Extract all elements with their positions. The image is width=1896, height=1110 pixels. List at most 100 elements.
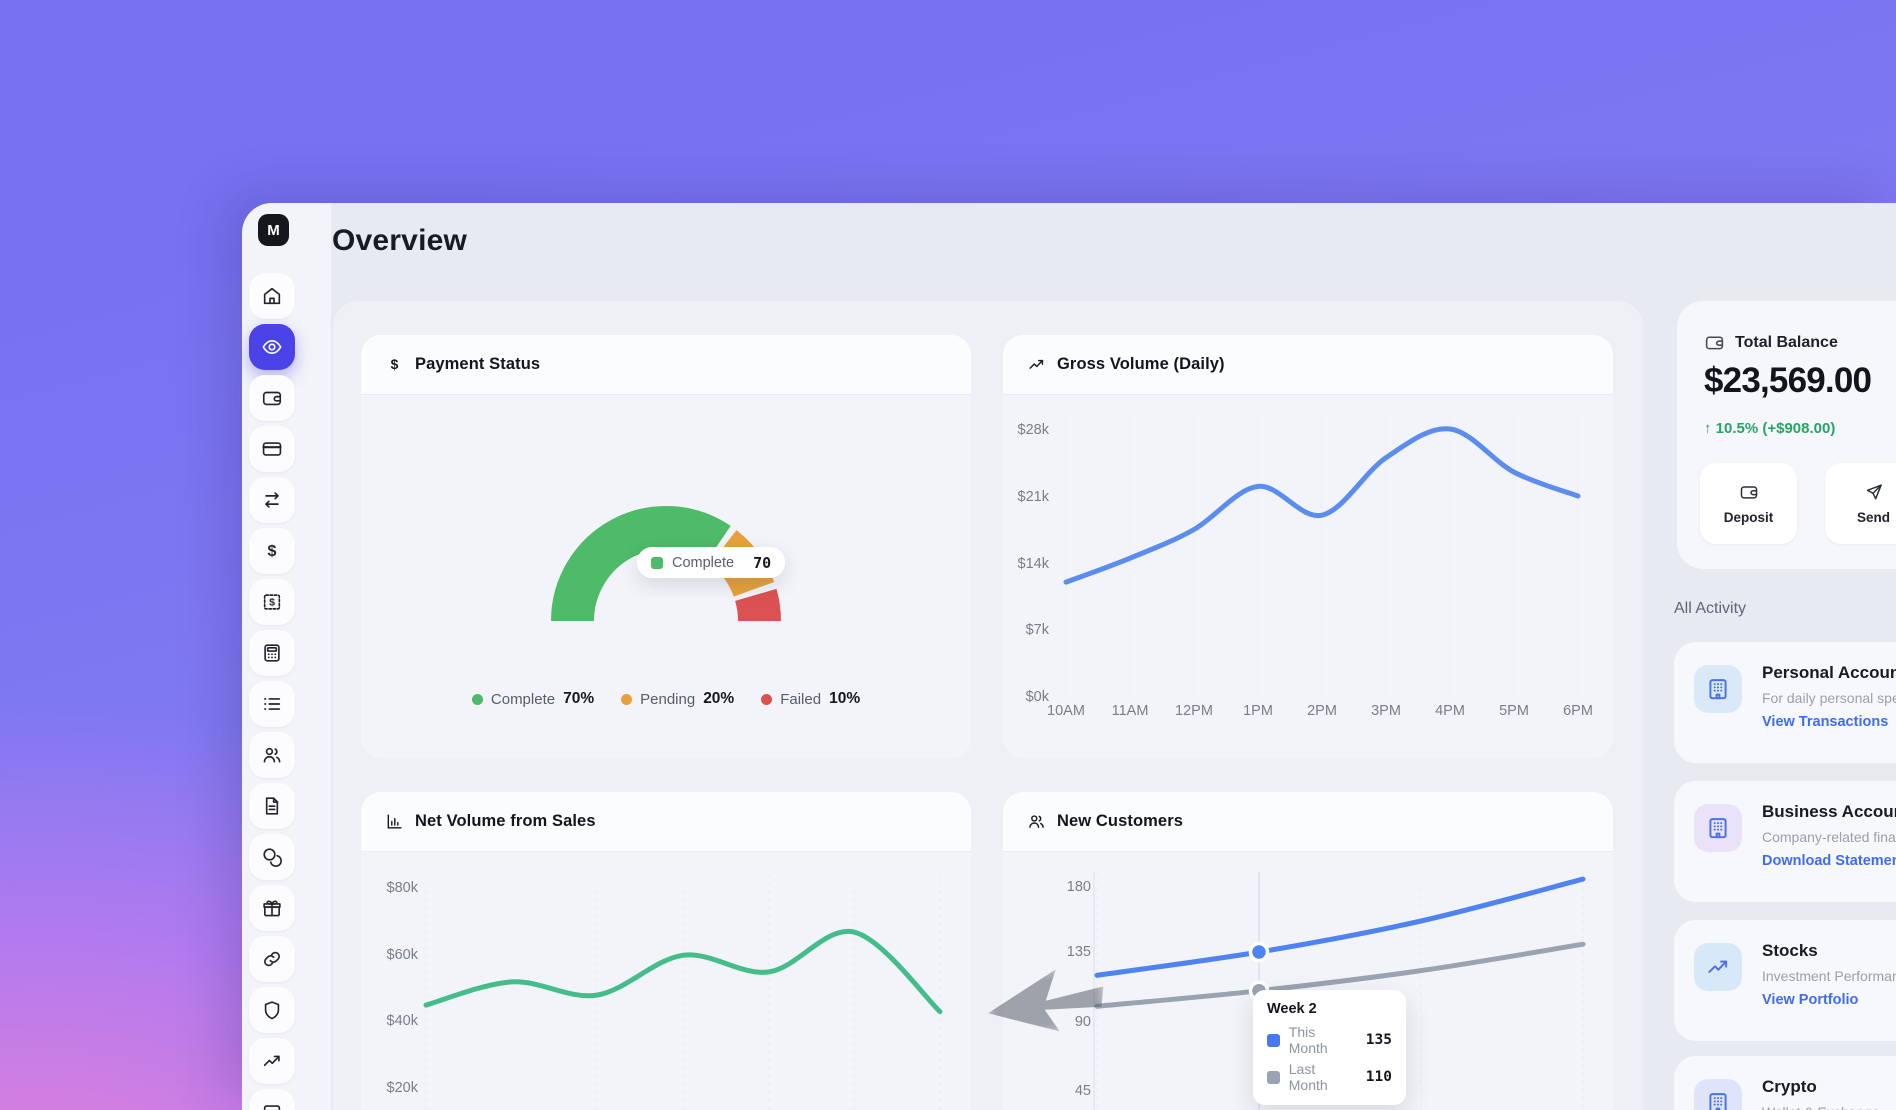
trending-up-icon: [261, 1050, 283, 1072]
sidebar-item-transfer[interactable]: [249, 477, 295, 523]
calculator-icon: [261, 642, 283, 664]
invoice-icon: $: [261, 591, 283, 613]
activity-subtitle: For daily personal spending: [1762, 690, 1896, 706]
sidebar-item-link[interactable]: [249, 936, 295, 982]
x-axis-tick: 5PM: [1488, 702, 1540, 720]
week-tooltip-row: This Month 135: [1267, 1024, 1392, 1056]
sidebar-item-gift[interactable]: [249, 885, 295, 931]
tooltip-series-name: This Month: [1289, 1024, 1357, 1056]
page-title: Overview: [332, 224, 467, 258]
net-volume-chart-area: $80k$60k$40k$20k: [361, 852, 971, 1110]
dollar-icon: $: [385, 355, 404, 374]
app-logo[interactable]: M: [258, 214, 289, 246]
bar-chart-icon: [385, 812, 404, 831]
sidebar-item-eye[interactable]: [249, 324, 295, 370]
trending-up-icon: [1027, 355, 1046, 374]
new-customers-card-header: New Customers: [1003, 792, 1613, 852]
activity-link[interactable]: View Portfolio: [1762, 992, 1858, 1008]
tooltip-series-name: Last Month: [1289, 1061, 1357, 1093]
tooltip-series-value: 135: [1366, 1032, 1392, 1048]
sidebar-item-home[interactable]: [249, 273, 295, 319]
credit-card-icon: [261, 438, 283, 460]
users-icon: [1027, 812, 1046, 831]
net-volume-card: Net Volume from Sales $80k$60k$40k$20k: [361, 792, 971, 1110]
sidebar-item-invoice[interactable]: $: [249, 579, 295, 625]
y-axis-tick: 180: [1003, 878, 1091, 896]
legend-value: 20%: [703, 690, 734, 708]
activity-link[interactable]: View Transactions: [1762, 714, 1888, 730]
new-customers-card: New Customers Week 2 This Month 135 Last…: [1003, 792, 1613, 1110]
payment-status-card: $ Payment Status Complete 70 Complete 70…: [361, 335, 971, 758]
x-axis-tick: 10AM: [1040, 702, 1092, 720]
gift-icon: [261, 897, 283, 919]
activity-card-personal-account[interactable]: Personal Account For daily personal spen…: [1674, 642, 1896, 763]
send-button[interactable]: Send: [1825, 463, 1896, 544]
list-icon: [261, 693, 283, 715]
wallet-icon: [1704, 332, 1725, 353]
svg-text:$: $: [268, 542, 277, 560]
gauge-segment-failed: [756, 595, 760, 621]
total-balance-amount: $23,569.00: [1704, 361, 1871, 401]
activity-title: Stocks: [1762, 941, 1818, 961]
y-axis-tick: $7k: [1003, 621, 1049, 639]
week-tooltip: Week 2 This Month 135 Last Month 110: [1253, 990, 1406, 1105]
y-axis-tick: $80k: [361, 879, 418, 897]
y-axis-tick: $28k: [1003, 421, 1049, 439]
dollar-icon: $: [261, 540, 283, 562]
y-axis-tick: $40k: [361, 1012, 418, 1030]
gauge-tooltip-label: Complete: [672, 555, 734, 571]
net-volume-card-title: Net Volume from Sales: [415, 812, 596, 831]
activity-card-crypto[interactable]: Crypto Wallet & Exchange: [1674, 1056, 1896, 1110]
sidebar-item-shield[interactable]: [249, 987, 295, 1033]
action-button-label: Deposit: [1724, 510, 1774, 525]
activity-card-business-account[interactable]: Business Account Company-related finance…: [1674, 781, 1896, 902]
users-icon: [261, 744, 283, 766]
gauge-tooltip-value: 70: [753, 554, 771, 572]
total-balance-header: Total Balance: [1704, 332, 1838, 353]
activity-title: Crypto: [1762, 1077, 1817, 1097]
tooltip-series-value: 110: [1366, 1069, 1392, 1085]
sidebar-item-trending-up[interactable]: [249, 1038, 295, 1084]
sidebar-item-coins[interactable]: [249, 834, 295, 880]
legend-label: Complete: [491, 691, 555, 708]
sidebar-item-calculator[interactable]: [249, 630, 295, 676]
monitor-icon: [261, 1101, 283, 1110]
sidebar: $$: [249, 273, 295, 1110]
building-icon: [1694, 665, 1742, 713]
y-axis-tick: 135: [1003, 943, 1091, 961]
deposit-button[interactable]: Deposit: [1700, 463, 1797, 544]
sidebar-item-users[interactable]: [249, 732, 295, 778]
legend-value: 10%: [829, 690, 860, 708]
legend-item-complete: Complete 70%: [472, 690, 594, 708]
tooltip-swatch: [1267, 1034, 1280, 1047]
legend-value: 70%: [563, 690, 594, 708]
building-icon: [1694, 804, 1742, 852]
payment-status-card-title: Payment Status: [415, 355, 540, 374]
sidebar-item-wallet[interactable]: [249, 375, 295, 421]
y-axis-tick: $21k: [1003, 488, 1049, 506]
svg-text:$: $: [269, 597, 275, 609]
y-axis-tick: $20k: [361, 1079, 418, 1097]
y-axis-tick: $14k: [1003, 555, 1049, 573]
activity-link[interactable]: Download Statements: [1762, 853, 1896, 869]
y-axis-tick: 45: [1003, 1082, 1091, 1100]
net-volume-plot: [361, 852, 971, 1110]
sidebar-item-dollar[interactable]: $: [249, 528, 295, 574]
activity-subtitle: Investment Performance: [1762, 968, 1896, 984]
new-customers-card-title: New Customers: [1057, 812, 1183, 831]
gross-volume-card-header: Gross Volume (Daily): [1003, 335, 1613, 395]
document-icon: [261, 795, 283, 817]
gauge-tooltip-swatch: [651, 557, 663, 569]
sidebar-item-monitor[interactable]: [249, 1089, 295, 1110]
legend-item-pending: Pending 20%: [621, 690, 734, 708]
tooltip-swatch: [1267, 1071, 1280, 1084]
sidebar-item-credit-card[interactable]: [249, 426, 295, 472]
screenshot-root: M Overview $$ $ Payment Status Complete …: [0, 0, 1896, 1110]
x-axis-tick: 6PM: [1552, 702, 1604, 720]
legend-label: Failed: [780, 691, 821, 708]
activity-card-stocks[interactable]: Stocks Investment Performance View Portf…: [1674, 920, 1896, 1041]
app-logo-letter: M: [267, 222, 280, 239]
sidebar-item-document[interactable]: [249, 783, 295, 829]
net-volume-card-header: Net Volume from Sales: [361, 792, 971, 852]
sidebar-item-list[interactable]: [249, 681, 295, 727]
